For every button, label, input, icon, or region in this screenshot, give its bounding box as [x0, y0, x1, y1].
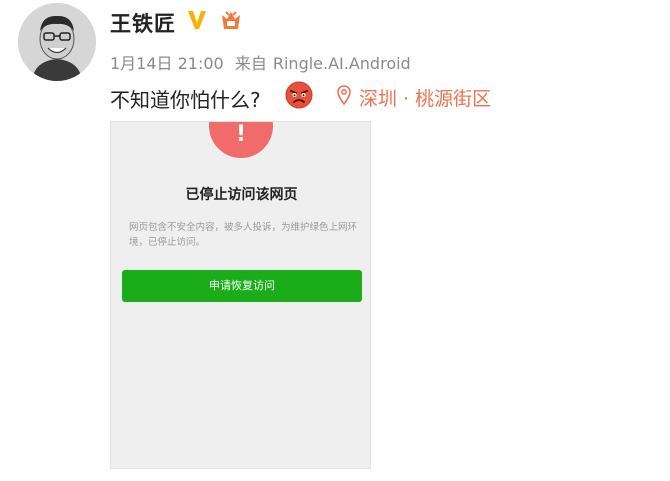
warning-icon: !	[209, 122, 273, 158]
author-name[interactable]: 王铁匠	[110, 8, 176, 38]
post-meta: 1月14日 21:00 来自 Ringle.AI.Android	[110, 50, 417, 74]
location-pin-icon	[337, 85, 351, 105]
angry-emoji-icon	[285, 81, 313, 109]
post-source[interactable]: Ringle.AI.Android	[273, 54, 411, 73]
attached-image[interactable]: ! 已停止访问该网页 网页包含不安全内容，被多人投诉，为维护绿色上网环境，已停止…	[110, 121, 371, 469]
warning-glyph: !	[235, 122, 247, 147]
blocked-page-title: 已停止访问该网页	[185, 187, 298, 203]
post-date[interactable]: 1月14日 21:00	[110, 54, 224, 73]
request-restore-button[interactable]: 申请恢复访问	[122, 270, 362, 302]
verified-icon	[188, 11, 206, 29]
avatar[interactable]	[18, 3, 96, 81]
vip-icon[interactable]	[218, 9, 244, 33]
source-prefix: 来自	[234, 54, 267, 73]
avatar-portrait-icon	[18, 3, 96, 81]
post-text: 不知道你怕什么?	[110, 88, 261, 112]
blocked-page-description: 网页包含不安全内容，被多人投诉，为维护绿色上网环境，已停止访问。	[129, 222, 358, 248]
location-link[interactable]: 深圳 · 桃源街区	[359, 84, 491, 111]
